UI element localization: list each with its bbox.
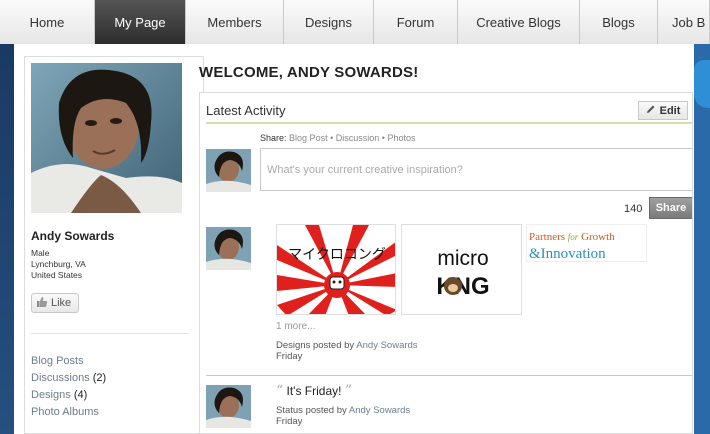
tab-designs[interactable]: Designs: [284, 0, 374, 44]
design-1-text: マイクロコング: [288, 247, 386, 263]
designs-posted-by: Designs posted by Andy Sowards: [276, 340, 418, 351]
design-thumbnail[interactable]: Partners for Growth &Innovation: [526, 224, 647, 262]
sidebar-item-designs: Designs (4): [31, 387, 106, 404]
activity-title: Latest Activity: [206, 103, 286, 118]
top-nav: Home My Page Members Designs Forum Creat…: [0, 0, 710, 44]
profile-gender: Male: [31, 248, 50, 258]
page-title: WELCOME, ANDY SOWARDS!: [199, 64, 419, 81]
avatar[interactable]: [206, 227, 251, 270]
tab-forum[interactable]: Forum: [374, 0, 458, 44]
edit-button[interactable]: Edit: [638, 101, 688, 120]
share-separator: •: [330, 133, 334, 143]
background-decoration: [694, 60, 710, 108]
tab-my-page[interactable]: My Page: [95, 0, 186, 44]
share-label: Share:: [260, 133, 287, 143]
author-link[interactable]: Andy Sowards: [349, 405, 410, 416]
tab-members[interactable]: Members: [186, 0, 284, 44]
profile-name: Andy Sowards: [31, 229, 115, 243]
profile-location: Lynchburg, VA: [31, 259, 86, 269]
avatar[interactable]: [206, 385, 251, 428]
like-label: Like: [51, 297, 72, 309]
activity-title-rule: [206, 122, 692, 124]
like-button[interactable]: Like: [31, 293, 79, 313]
activity-separator: [206, 375, 692, 376]
profile-country: United States: [31, 270, 83, 280]
design-thumbnail[interactable]: マイクロコング: [276, 224, 396, 315]
designs-count: (4): [73, 389, 88, 401]
posted-prefix: Designs posted by: [276, 340, 355, 351]
design-3-growth: Growth: [581, 231, 615, 243]
sidebar-item-photo-albums: Photo Albums: [31, 404, 106, 421]
sidebar-divider: [31, 333, 189, 334]
discussions-count: (2): [92, 372, 107, 384]
status-posted-day: Friday: [276, 416, 303, 427]
design-3-for: for: [568, 232, 579, 242]
thumbs-up-icon: [36, 296, 48, 311]
posted-prefix: Status posted by: [276, 405, 347, 416]
profile-photo[interactable]: [31, 63, 182, 213]
sidebar-link-blog-posts[interactable]: Blog Posts: [31, 355, 84, 367]
latest-activity-panel: Latest Activity Edit Share: Blog Post • …: [199, 92, 693, 434]
tab-creative-blogs[interactable]: Creative Blogs: [458, 0, 580, 44]
sidebar-links: Blog Posts Discussions (2) Designs (4) P…: [31, 353, 106, 421]
share-blog-post-link[interactable]: Blog Post: [289, 133, 328, 143]
status-input[interactable]: [260, 148, 692, 191]
sidebar-link-photo-albums[interactable]: Photo Albums: [31, 406, 99, 418]
close-quote-icon: ”: [344, 383, 352, 399]
status-posted-by: Status posted by Andy Sowards: [276, 405, 410, 416]
character-count: 140: [624, 203, 643, 215]
share-separator: •: [381, 133, 385, 143]
sidebar-item-blog-posts: Blog Posts: [31, 353, 106, 370]
status-text: “ It's Friday! ”: [276, 383, 352, 399]
author-link[interactable]: Andy Sowards: [356, 340, 417, 351]
design-2-text-top: micro: [437, 247, 488, 270]
design-3-line1: Partners: [529, 231, 565, 243]
designs-posted-day: Friday: [276, 351, 303, 362]
status-message: It's Friday!: [286, 384, 342, 398]
open-quote-icon: “: [276, 383, 284, 399]
tab-home[interactable]: Home: [0, 0, 95, 44]
share-button[interactable]: Share: [649, 197, 692, 219]
share-photos-link[interactable]: Photos: [387, 133, 415, 143]
share-discussion-link[interactable]: Discussion: [336, 133, 380, 143]
share-options: Share: Blog Post • Discussion • Photos: [260, 133, 416, 143]
svg-text:Partners for: Partners for Growth: [529, 231, 615, 243]
edit-label: Edit: [659, 104, 681, 117]
design-3-line2: &Innovation: [529, 246, 606, 262]
tab-blogs[interactable]: Blogs: [580, 0, 658, 44]
pencil-icon: [646, 104, 656, 117]
sidebar-link-discussions[interactable]: Discussions: [31, 372, 90, 384]
sidebar-item-discussions: Discussions (2): [31, 370, 106, 387]
more-designs-link[interactable]: 1 more...: [276, 321, 315, 332]
page-content: Andy Sowards Male Lynchburg, VA United S…: [14, 44, 694, 434]
tab-job-board[interactable]: Job B: [658, 0, 710, 44]
sidebar-link-designs[interactable]: Designs: [31, 389, 71, 401]
page-background-left: [0, 44, 14, 434]
design-thumbnail[interactable]: micro KNG: [401, 224, 522, 315]
profile-sidebar: Andy Sowards Male Lynchburg, VA United S…: [24, 56, 204, 434]
profile-details: Male Lynchburg, VA United States: [31, 248, 86, 281]
avatar[interactable]: [206, 149, 251, 192]
